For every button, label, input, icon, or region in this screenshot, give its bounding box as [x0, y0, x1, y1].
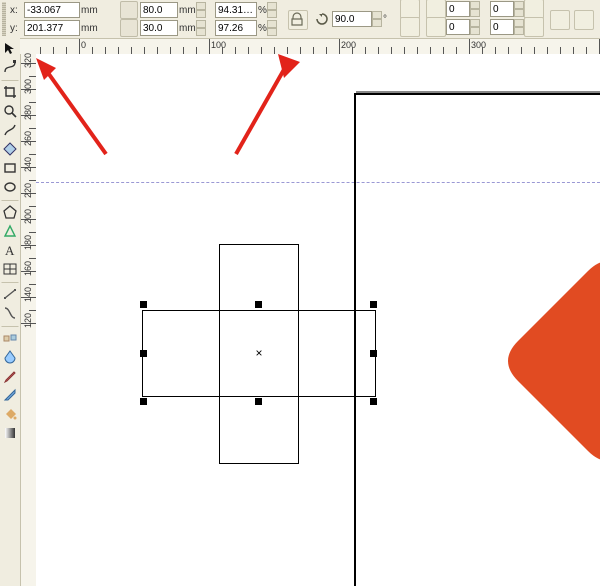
- canvas[interactable]: ×: [36, 54, 600, 586]
- selection-handle-mr[interactable]: [370, 350, 377, 357]
- tool-separator: [1, 78, 19, 81]
- scale-y-unit: %: [258, 23, 267, 34]
- rotation-spin[interactable]: [372, 11, 382, 27]
- corner-bl-input[interactable]: [446, 19, 470, 35]
- page-border-top-edge: [354, 93, 600, 95]
- rectangle-tool[interactable]: [1, 159, 19, 177]
- scale-y-input[interactable]: [215, 20, 257, 36]
- pos-y-input[interactable]: [24, 20, 80, 36]
- height-icon: [120, 19, 138, 37]
- tool-separator: [1, 324, 19, 327]
- lock-corners-button[interactable]: [550, 10, 570, 30]
- polygon-tool[interactable]: [1, 203, 19, 221]
- dimension-tool[interactable]: [1, 285, 19, 303]
- freehand-tool[interactable]: [1, 121, 19, 139]
- basic-shapes-tool[interactable]: [1, 222, 19, 240]
- page-shadow: [356, 91, 600, 93]
- zoom-tool[interactable]: [1, 102, 19, 120]
- pos-x-input[interactable]: [24, 2, 80, 18]
- corner-br-input[interactable]: [490, 19, 514, 35]
- shape-tool[interactable]: [1, 58, 19, 76]
- wrap-text-button[interactable]: [574, 10, 594, 30]
- selection-handle-bm[interactable]: [255, 398, 262, 405]
- crop-tool[interactable]: [1, 83, 19, 101]
- toolbar-grip[interactable]: [2, 2, 6, 36]
- corner-bl-spin[interactable]: [470, 19, 480, 35]
- mirror-v-button[interactable]: [400, 17, 420, 37]
- fill-tool[interactable]: [1, 405, 19, 423]
- corner-tl-input[interactable]: [446, 1, 470, 17]
- selection-handle-bl[interactable]: [140, 398, 147, 405]
- rotation-input[interactable]: [332, 11, 372, 27]
- scale-x-unit: %: [258, 5, 267, 16]
- orange-diamond-shape[interactable]: [508, 261, 600, 461]
- table-tool[interactable]: [1, 260, 19, 278]
- pos-x-label: x:: [10, 5, 24, 16]
- rotate-icon: [314, 11, 330, 27]
- selection-handle-tl[interactable]: [140, 301, 147, 308]
- outline-tool[interactable]: [1, 386, 19, 404]
- pos-y-label: y:: [10, 23, 24, 34]
- tool-separator: [1, 198, 19, 201]
- corner-br-button[interactable]: [524, 17, 544, 37]
- pos-y-unit: mm: [81, 23, 98, 34]
- property-bar: x: mm y: mm mm mm: [0, 0, 600, 39]
- scale-y-spin[interactable]: [267, 20, 277, 36]
- width-spin[interactable]: [196, 2, 206, 18]
- height-input[interactable]: [140, 20, 178, 36]
- ellipse-tool[interactable]: [1, 178, 19, 196]
- interactive-fill-tool[interactable]: [1, 424, 19, 442]
- lock-ratio-button[interactable]: [288, 10, 308, 30]
- smart-fill-tool[interactable]: [1, 140, 19, 158]
- connector-tool[interactable]: [1, 304, 19, 322]
- width-input[interactable]: [140, 2, 178, 18]
- corner-tl-spin[interactable]: [470, 1, 480, 17]
- transparency-tool[interactable]: [1, 348, 19, 366]
- pick-tool[interactable]: [1, 39, 19, 57]
- selection-handle-ml[interactable]: [140, 350, 147, 357]
- corner-tr-spin[interactable]: [514, 1, 524, 17]
- scale-x-input[interactable]: [215, 2, 257, 18]
- height-unit: mm: [179, 23, 196, 34]
- selection-handle-br[interactable]: [370, 398, 377, 405]
- rotation-unit: °: [383, 14, 387, 25]
- svg-text:A: A: [5, 243, 15, 257]
- width-icon: [120, 1, 138, 19]
- toolbox: A: [0, 38, 21, 586]
- horizontal-guide[interactable]: [36, 182, 600, 183]
- height-spin[interactable]: [196, 20, 206, 36]
- text-tool[interactable]: A: [1, 241, 19, 259]
- selection-handle-tm[interactable]: [255, 301, 262, 308]
- scale-x-spin[interactable]: [267, 2, 277, 18]
- corner-tr-input[interactable]: [490, 1, 514, 17]
- selection-center-marker[interactable]: ×: [254, 348, 264, 358]
- eyedropper-tool[interactable]: [1, 367, 19, 385]
- pos-x-unit: mm: [81, 5, 98, 16]
- width-unit: mm: [179, 5, 196, 16]
- corner-br-spin[interactable]: [514, 19, 524, 35]
- selection-handle-tr[interactable]: [370, 301, 377, 308]
- corner-bl-button[interactable]: [426, 17, 446, 37]
- annotation-arrow-icon: [216, 54, 306, 164]
- annotation-arrow-icon: [32, 58, 122, 168]
- tool-separator: [1, 280, 19, 283]
- blend-tool[interactable]: [1, 329, 19, 347]
